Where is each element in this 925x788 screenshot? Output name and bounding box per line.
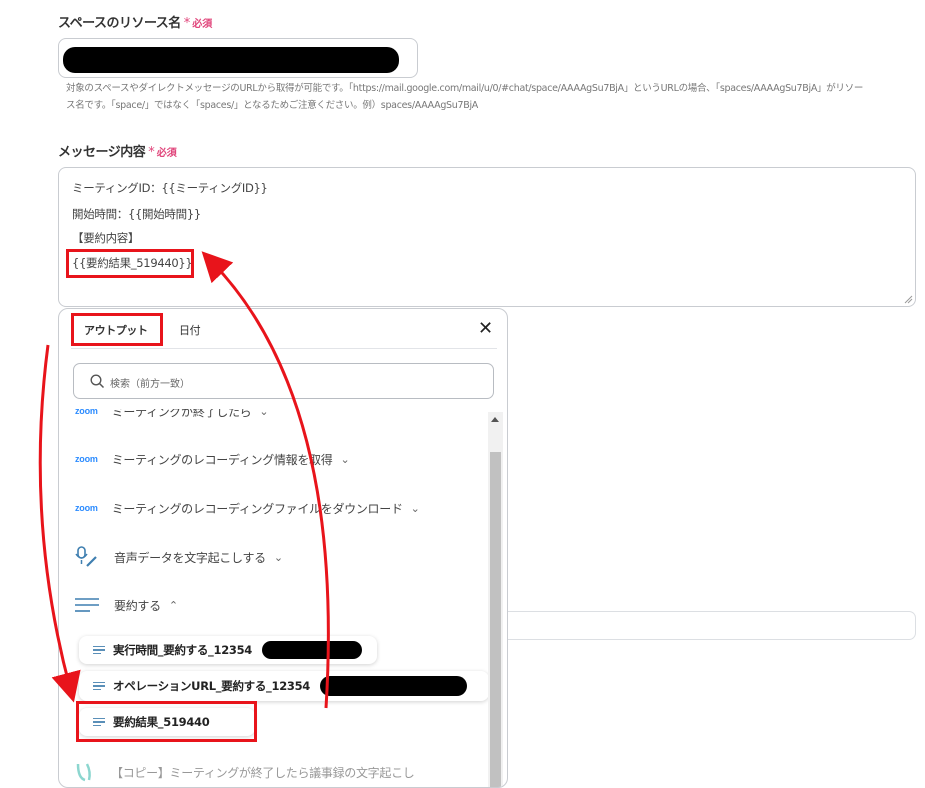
arrow-down: [38, 344, 81, 703]
arrow-up: [201, 251, 330, 709]
annotation-arrows: [38, 251, 330, 709]
